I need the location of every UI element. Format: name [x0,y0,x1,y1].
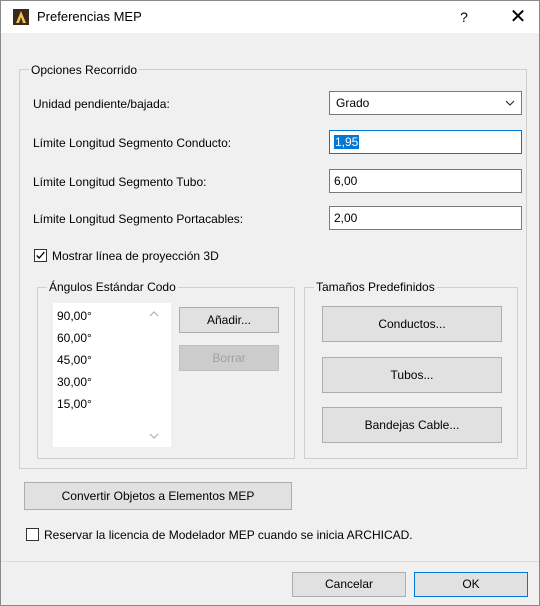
cable-tray-length-label: Límite Longitud Segmento Portacables: [33,212,244,226]
chevron-down-icon[interactable] [149,431,159,441]
list-item[interactable]: 90,00° [57,309,92,323]
close-button[interactable]: ✕ [501,3,535,31]
duct-length-field[interactable]: 1,95 [329,130,522,154]
cancel-button[interactable]: Cancelar [292,572,406,597]
duct-length-value: 1,95 [334,135,360,149]
cable-trays-button[interactable]: Bandejas Cable... [322,407,502,443]
list-item[interactable]: 15,00° [57,397,92,411]
window-title: Preferencias MEP [37,9,142,24]
mep-preferences-dialog: Preferencias MEP ? ✕ Opciones Recorrido … [0,0,540,606]
pipe-length-field[interactable]: 6,00 [329,169,522,193]
ducts-button[interactable]: Conductos... [322,306,502,342]
cable-tray-length-field[interactable]: 2,00 [329,206,522,230]
help-button[interactable]: ? [449,3,479,31]
list-item[interactable]: 60,00° [57,331,92,345]
duct-length-label: Límite Longitud Segmento Conducto: [33,136,232,150]
reserve-license-checkbox[interactable] [26,528,39,541]
slope-unit-label: Unidad pendiente/bajada: [33,97,170,111]
reserve-license-label[interactable]: Reservar la licencia de Modelador MEP cu… [44,528,413,542]
chevron-down-icon [505,100,515,106]
pipe-length-value: 6,00 [334,174,358,188]
cable-tray-length-value: 2,00 [334,211,358,225]
show-3d-projection-checkbox[interactable] [34,249,47,262]
ok-button[interactable]: OK [414,572,528,597]
predefined-sizes-legend: Tamaños Predefinidos [314,280,437,294]
chevron-up-icon[interactable] [149,309,159,319]
pipe-length-label: Límite Longitud Segmento Tubo: [33,175,207,189]
delete-angle-button[interactable]: Borrar [179,345,279,371]
show-3d-projection-label[interactable]: Mostrar línea de proyección 3D [52,249,219,263]
archicad-logo-icon [13,9,29,25]
list-item[interactable]: 45,00° [57,353,92,367]
add-angle-button[interactable]: Añadir... [179,307,279,333]
elbow-angles-list[interactable]: 90,00° 60,00° 45,00° 30,00° 15,00° [53,303,171,447]
routing-options-legend: Opciones Recorrido [29,63,140,77]
slope-unit-value: Grado [336,96,370,110]
footer-divider [1,561,539,562]
convert-objects-button[interactable]: Convertir Objetos a Elementos MEP [24,482,292,510]
elbow-angles-legend: Ángulos Estándar Codo [47,280,178,294]
list-item[interactable]: 30,00° [57,375,92,389]
checkmark-icon [36,251,45,260]
slope-unit-select[interactable]: Grado [329,91,522,115]
title-bar: Preferencias MEP ? ✕ [1,1,539,33]
pipes-button[interactable]: Tubos... [322,357,502,393]
